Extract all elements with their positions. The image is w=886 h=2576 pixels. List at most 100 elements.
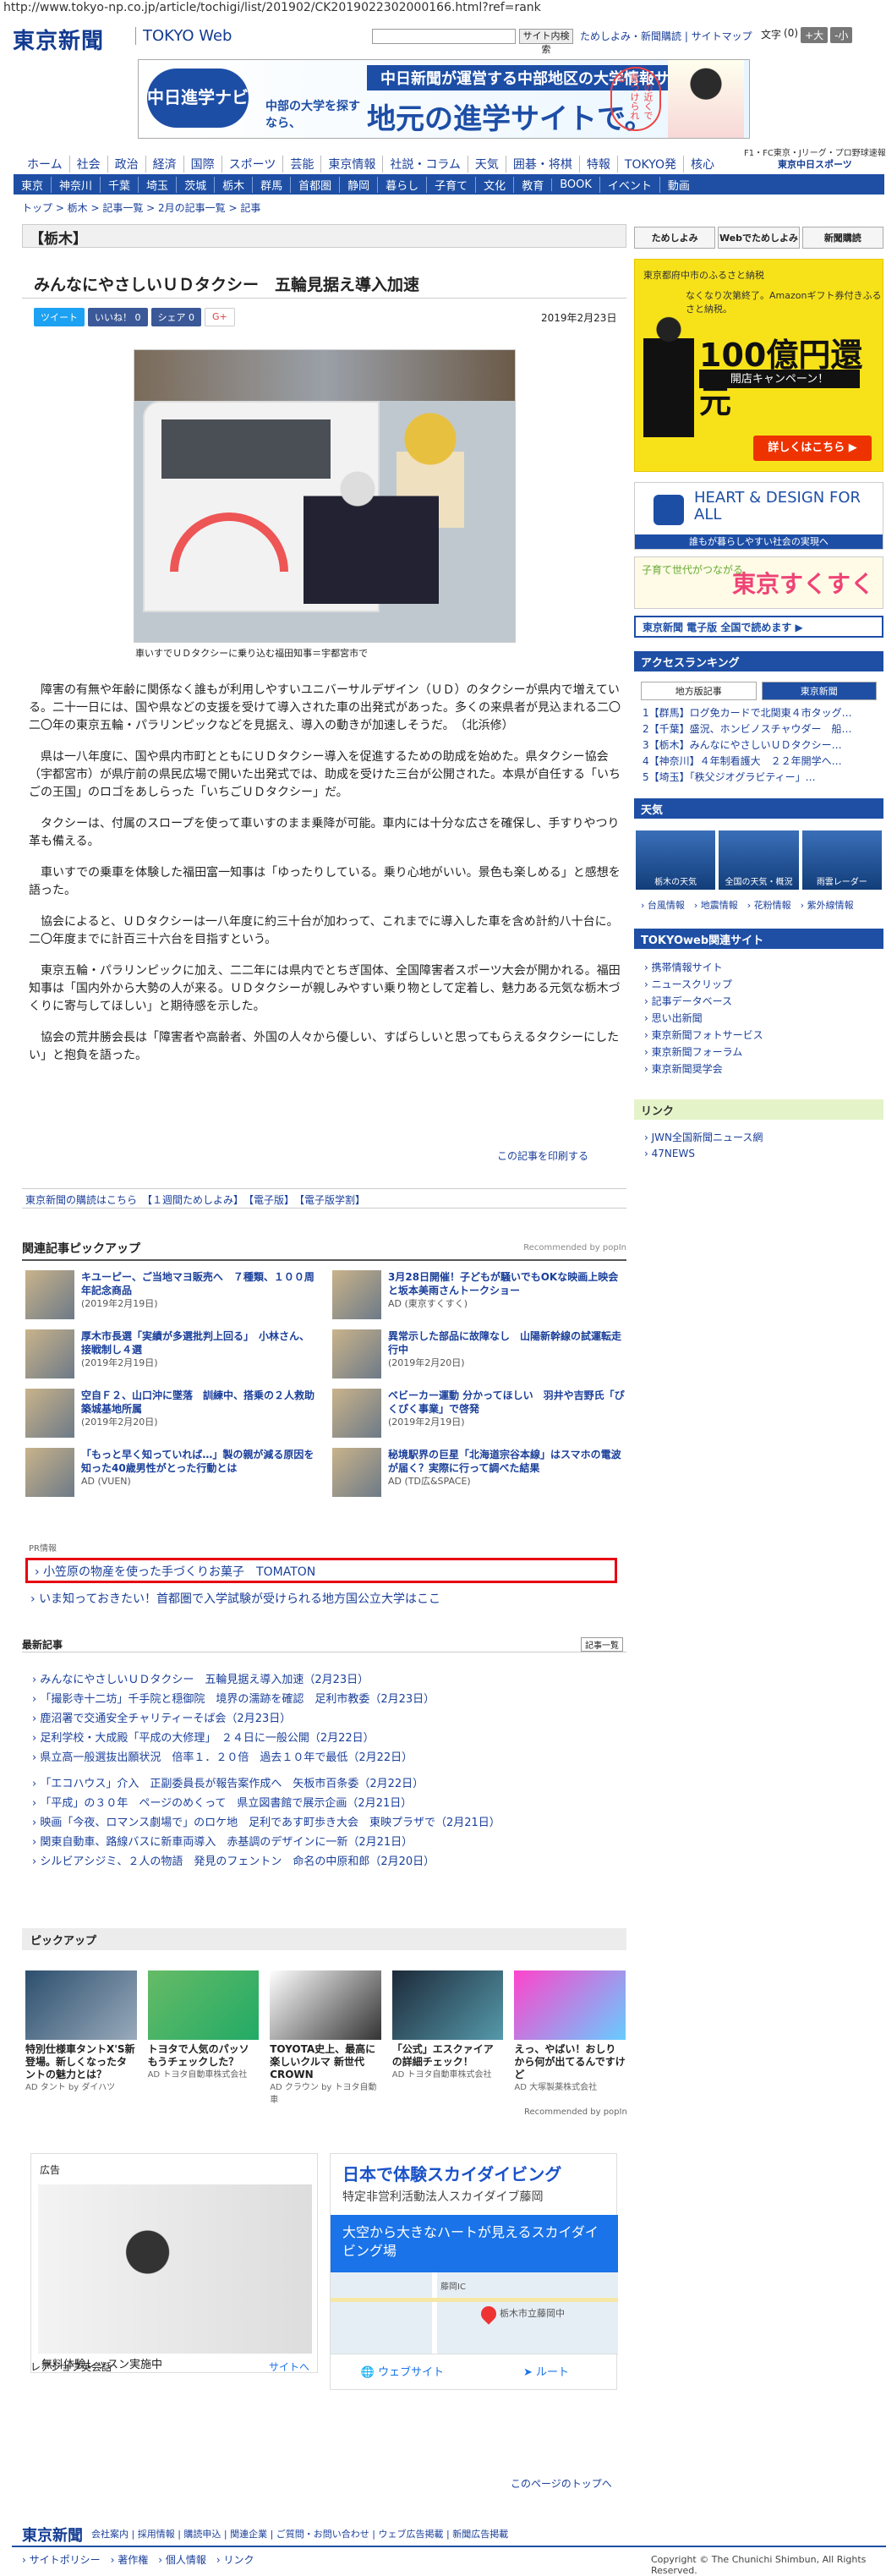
latest-item-text[interactable]: 関東自動車、路線バスに新車両導入 赤基調のデザインに一新（2月21日） (40, 1836, 413, 1849)
region-nav-item[interactable]: 神奈川 (51, 176, 100, 193)
all-articles-button[interactable]: 記事一覧 (581, 1637, 623, 1652)
ranking-item[interactable]: 4【神奈川】４年制看護大 ２２年開学へ… (643, 754, 875, 770)
link-item[interactable]: › JWN全国新聞ニュース網 (644, 1130, 873, 1146)
related-site-item[interactable]: › 東京新聞奨学会 (644, 1061, 873, 1077)
ad-site-link[interactable]: サイトへ (269, 2360, 309, 2374)
region-nav-item[interactable]: 埼玉 (138, 176, 176, 193)
related-site-item[interactable]: › 携帯情報サイト (644, 959, 873, 976)
related-site-text[interactable]: 東京新聞フォーラム (652, 1046, 743, 1058)
region-nav-item[interactable]: 茨城 (176, 176, 214, 193)
related-title[interactable]: ベビーカー運動 分かってほしい 羽井や吉野氏「ぴくぴく事業」で啓発 (388, 1389, 626, 1416)
latest-item-text[interactable]: 「エコハウス」介入 正副委員長が報告案作成へ 矢板市百条委（2月22日） (40, 1778, 424, 1790)
region-nav-item[interactable]: 首都圏 (290, 176, 339, 193)
pickup-title[interactable]: 「公式」エスクァイアの詳細チェック！ (392, 2043, 504, 2069)
region-nav-item[interactable]: 子育て (426, 176, 475, 193)
ranking-item[interactable]: 3【栃木】みんなにやさしいＵＤタクシー… (643, 737, 875, 754)
chunichi-sports-logo[interactable]: 東京中日スポーツ (778, 157, 852, 171)
sidebar-top-button[interactable]: ためしよみ (634, 227, 716, 249)
related-title[interactable]: 異常示した部品に故障なし 山陽新幹線の試運転走行中 (388, 1329, 626, 1357)
popin-credit[interactable]: Recommended by popIn (523, 1243, 626, 1252)
latest-item-text[interactable]: 足利学校・大成殿「平成の大修理」 ２４日に一般公開（2月22日） (40, 1732, 374, 1745)
skydive-ad-map[interactable]: 藤岡IC 栃木市立藤岡中 (331, 2272, 618, 2354)
furusato-ad-button[interactable]: 詳しくはこちら ▶ (753, 436, 872, 461)
related-item[interactable]: 3月28日開催！子どもが騒いでもOKな映画上映会と坂本美雨さんトークショー AD … (332, 1270, 626, 1319)
related-item[interactable]: 空自Ｆ２、山口沖に墜落 訓練中、搭乗の２人救助 築城基地所属 (2019年2月20… (25, 1389, 325, 1438)
related-title[interactable]: キユーピー、ご当地マヨ販売へ ７種類、１００周年記念商品 (81, 1270, 319, 1297)
latest-item[interactable]: › みんなにやさしいＵＤタクシー 五輪見据え導入加速（2月23日） (32, 1670, 500, 1690)
related-site-item[interactable]: › ニュースクリップ (644, 976, 873, 993)
ranking-item[interactable]: 1【群馬】ログ免カードで北関東４市タッグ… (643, 705, 875, 721)
related-site-item[interactable]: › 東京新聞フォーラム (644, 1044, 873, 1061)
region-nav-item[interactable]: 千葉 (100, 176, 138, 193)
facebook-like-button[interactable]: いいね！ 0 (88, 308, 148, 326)
main-nav-item[interactable]: 社会 (68, 156, 107, 173)
related-item[interactable]: キユーピー、ご当地マヨ販売へ ７種類、１００周年記念商品 (2019年2月19日) (25, 1270, 319, 1319)
pickup-title[interactable]: えっ、やばい！おしりから何が出てるんですけど (514, 2043, 626, 2081)
related-site-item[interactable]: › 東京新聞フォトサービス (644, 1027, 873, 1044)
sports-results-link[interactable]: F1・FC東京・Jリーグ・プロ野球速報 (744, 145, 886, 158)
subscription-links[interactable]: 東京新聞の購読はこちら 【１週間ためしよみ】 【電子版】 【電子版学割】 (22, 1188, 626, 1209)
website-button[interactable]: 🌐 ウェブサイト (331, 2354, 474, 2391)
latest-item[interactable]: › 関東自動車、路線バスに新車両導入 赤基調のデザインに一新（2月21日） (32, 1833, 500, 1852)
pickup-card[interactable]: トヨタで人気のパッソもうチェックした？ AD トヨタ自動車株式会社 (147, 1970, 260, 2107)
related-site-item[interactable]: › 記事データベース (644, 993, 873, 1010)
related-site-text[interactable]: ニュースクリップ (652, 978, 732, 990)
font-large-button[interactable]: +大 (801, 27, 829, 43)
main-nav-item[interactable]: ホーム (20, 156, 69, 173)
main-nav-item[interactable]: 核心 (682, 156, 721, 173)
pickup-card[interactable]: 「公式」エスクァイアの詳細チェック！ AD トヨタ自動車株式会社 (391, 1970, 504, 2107)
link-item-text[interactable]: JWN全国新聞ニュース網 (652, 1132, 763, 1143)
pickup-card[interactable]: 特別仕様車タントX'S新登場。新しくなったタントの魅力とは？ AD タント by … (25, 1970, 137, 2107)
digital-edition-banner[interactable]: 東京新聞 電子版 全国で読めます ▶ (634, 616, 883, 638)
latest-item-text[interactable]: 映画「今夜、ロマンス劇場で」のロケ地 足利であす町歩き大会 東映プラザで（2月2… (40, 1817, 500, 1829)
related-item[interactable]: ベビーカー運動 分かってほしい 羽井や吉野氏「ぴくぴく事業」で啓発 (2019年2… (332, 1389, 626, 1438)
latest-item[interactable]: › 鹿沼署で交通安全チャリティーそば会（2月23日） (32, 1709, 500, 1729)
related-site-item[interactable]: › 思い出新聞 (644, 1010, 873, 1027)
main-nav-item[interactable]: 東京情報 (320, 156, 382, 173)
related-item[interactable]: 異常示した部品に故障なし 山陽新幹線の試運転走行中 (2019年2月20日) (332, 1329, 626, 1378)
font-small-button[interactable]: -小 (830, 27, 853, 43)
site-search-input[interactable] (372, 29, 516, 44)
related-site-text[interactable]: 東京新聞奨学会 (652, 1063, 723, 1075)
region-nav-item[interactable]: 静岡 (339, 176, 377, 193)
pr-link-highlighted[interactable]: › 小笠原の物産を使った手づくりお菓子 TOMATON (25, 1558, 617, 1583)
region-nav-item[interactable]: 栃木 (214, 176, 252, 193)
region-nav-item[interactable]: 教育 (513, 176, 551, 193)
related-title[interactable]: 3月28日開催！子どもが騒いでもOKな映画上映会と坂本美雨さんトークショー (388, 1270, 626, 1297)
weather-links[interactable]: › 台風情報 › 地震情報 › 花粉情報 › 紫外線情報 (634, 898, 883, 912)
main-nav-item[interactable]: スポーツ (221, 156, 283, 173)
main-nav-item[interactable]: 社説・コラム (382, 156, 468, 173)
pickup-popin-credit[interactable]: Recommended by popIn (524, 2107, 627, 2117)
related-title[interactable]: 秘境駅界の巨星「北海道宗谷本線」はスマホの電波が届く？実際に行って調べた結果 (388, 1448, 626, 1475)
main-nav-item[interactable]: 芸能 (282, 156, 320, 173)
back-to-top-link[interactable]: このページのトップへ (511, 2476, 612, 2491)
ranking-item[interactable]: 5【埼玉】「秩父ジオグラビティー」… (643, 770, 875, 786)
pickup-card[interactable]: えっ、やばい！おしりから何が出てるんですけど AD 大塚製薬株式会社 (514, 1970, 626, 2107)
region-nav-item[interactable]: BOOK (551, 178, 599, 191)
latest-item-text[interactable]: シルビアシジミ、２人の物語 発見のフェントン 命名の中原和郎（2月20日） (40, 1855, 435, 1868)
sidebar-top-button[interactable]: 新聞購読 (801, 227, 883, 249)
latest-item[interactable]: › シルビアシジミ、２人の物語 発見のフェントン 命名の中原和郎（2月20日） (32, 1852, 500, 1872)
header-links[interactable]: ためしよみ・新聞購読 | サイトマップ (580, 29, 752, 43)
latest-item[interactable]: › 県立高一般選抜出願状況 倍率１．２０倍 過去１０年で最低（2月22日） (32, 1748, 500, 1768)
skydive-ad[interactable]: 日本で体験スカイダイビング 特定非営利活動法人スカイダイブ藤岡 大空から大きなハ… (330, 2153, 618, 2391)
print-link[interactable]: この記事を印刷する (497, 1148, 588, 1163)
related-site-text[interactable]: 東京新聞フォトサービス (652, 1029, 763, 1041)
footer-logo[interactable]: 東京新聞 (22, 2524, 83, 2546)
tweet-button[interactable]: ツイート (34, 308, 85, 326)
ranking-tab[interactable]: 地方版記事 (641, 682, 757, 700)
link-item-text[interactable]: 47NEWS (652, 1148, 695, 1159)
related-site-text[interactable]: 携帯情報サイト (652, 962, 723, 973)
english-ad-footer[interactable]: レアジョブ英会話 サイトへ (30, 2360, 318, 2383)
footer-links-2[interactable]: › サイトポリシー › 著作権 › 個人情報 › リンク (22, 2552, 254, 2567)
site-logo[interactable]: 東京新聞 (13, 24, 104, 55)
related-item[interactable]: 「もっと早く知っていれば…」製の親が減る原因を知った40歳男性がとった行動とは A… (25, 1448, 319, 1497)
main-nav-item[interactable]: 天気 (467, 156, 506, 173)
latest-item-text[interactable]: みんなにやさしいＵＤタクシー 五輪見据え導入加速（2月23日） (40, 1674, 369, 1686)
related-item[interactable]: 秘境駅界の巨星「北海道宗谷本線」はスマホの電波が届く？実際に行って調べた結果 AD… (332, 1448, 626, 1497)
main-nav-item[interactable]: 囲碁・将棋 (505, 156, 579, 173)
main-nav-item[interactable]: 国際 (183, 156, 222, 173)
related-site-text[interactable]: 記事データベース (652, 995, 732, 1007)
latest-item[interactable]: › 足利学校・大成殿「平成の大修理」 ２４日に一般公開（2月22日） (32, 1729, 500, 1748)
site-search-button[interactable]: サイト内検索 (519, 29, 573, 55)
